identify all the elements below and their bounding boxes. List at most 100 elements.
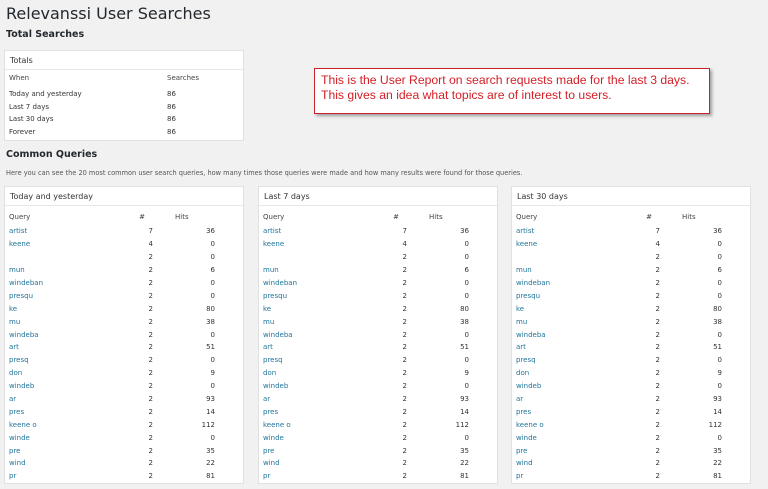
query-hits-cell: 0 <box>464 279 469 287</box>
table-row: pr 2 81 <box>512 470 750 483</box>
query-link[interactable]: wind <box>5 457 123 470</box>
query-link[interactable]: presq <box>512 354 630 367</box>
table-row: presqu 2 0 <box>259 289 497 302</box>
query-count-cell: 2 <box>148 279 153 287</box>
query-link[interactable]: keene o <box>5 418 123 431</box>
query-hits-cell: 0 <box>210 253 215 262</box>
query-link[interactable]: windeb <box>512 380 630 393</box>
query-link[interactable]: mu <box>259 315 377 328</box>
query-link[interactable]: mu <box>5 315 123 328</box>
query-link[interactable]: ar <box>5 393 123 406</box>
query-column-header: Query <box>516 213 538 221</box>
query-link[interactable]: pr <box>512 470 630 483</box>
table-row: winde 2 0 <box>512 431 750 444</box>
totals-searches-cell: 86 <box>167 128 176 137</box>
query-link[interactable]: windeb <box>259 380 377 393</box>
query-link[interactable]: winde <box>5 431 123 444</box>
query-link[interactable]: art <box>259 341 377 354</box>
query-link[interactable]: keene <box>5 238 123 251</box>
query-link[interactable]: windeba <box>5 328 123 341</box>
query-panel-title: Today and yesterday <box>5 187 243 206</box>
query-link[interactable]: windeban <box>259 277 377 290</box>
query-link[interactable]: don <box>5 367 123 380</box>
query-link[interactable]: windeba <box>512 328 630 341</box>
query-hits-cell: 38 <box>460 317 469 326</box>
query-link[interactable]: keene <box>259 238 377 251</box>
query-link[interactable]: mun <box>5 264 123 277</box>
query-link[interactable] <box>512 251 630 264</box>
query-link[interactable]: winde <box>512 431 630 444</box>
query-link[interactable]: artist <box>259 225 377 238</box>
query-link[interactable]: ke <box>259 302 377 315</box>
query-link[interactable]: pres <box>5 405 123 418</box>
query-link[interactable]: presqu <box>259 289 377 302</box>
query-hits-cell: 9 <box>210 369 215 378</box>
query-link[interactable]: windeb <box>5 380 123 393</box>
query-link[interactable]: mun <box>512 264 630 277</box>
query-link[interactable]: presqu <box>512 289 630 302</box>
query-link[interactable]: pre <box>512 444 630 457</box>
query-link[interactable]: don <box>512 367 630 380</box>
query-link[interactable]: don <box>259 367 377 380</box>
totals-when-cell: Forever <box>9 128 36 137</box>
query-link[interactable]: wind <box>259 457 377 470</box>
query-link[interactable]: presq <box>5 354 123 367</box>
query-count-cell: 7 <box>148 227 153 236</box>
query-count-cell: 2 <box>402 343 407 352</box>
query-link[interactable]: pre <box>5 444 123 457</box>
query-link[interactable]: keene o <box>259 418 377 431</box>
query-hits-cell: 112 <box>708 420 722 429</box>
table-row: 20 <box>5 251 243 264</box>
query-link[interactable]: art <box>512 341 630 354</box>
query-column-header: Query <box>263 213 285 221</box>
query-link[interactable]: mun <box>259 264 377 277</box>
query-link[interactable]: pr <box>5 470 123 483</box>
query-link[interactable]: presqu <box>5 289 123 302</box>
query-link[interactable]: keene o <box>512 418 630 431</box>
query-count-cell: 4 <box>148 240 153 249</box>
query-count-cell: 2 <box>148 433 153 442</box>
table-row: windeb 2 0 <box>512 380 750 393</box>
query-link[interactable]: pres <box>259 405 377 418</box>
query-hits-cell: 0 <box>210 330 215 339</box>
query-link[interactable]: art <box>5 341 123 354</box>
table-row: 20 <box>259 251 497 264</box>
query-link[interactable]: presq <box>259 354 377 367</box>
query-link[interactable]: pres <box>512 405 630 418</box>
table-row: wind 2 22 <box>5 457 243 470</box>
query-hits-cell: 35 <box>713 446 722 455</box>
query-hits-cell: 36 <box>460 227 469 236</box>
query-hits-cell: 0 <box>464 330 469 339</box>
query-link[interactable]: ke <box>5 302 123 315</box>
query-link[interactable] <box>259 251 377 264</box>
query-link[interactable]: windeban <box>5 277 123 290</box>
table-row: windeban 2 0 <box>512 277 750 290</box>
query-count-cell: 2 <box>402 291 407 300</box>
table-row: presq 2 0 <box>5 354 243 367</box>
query-hits-cell: 51 <box>206 343 215 352</box>
query-link[interactable]: windeba <box>259 328 377 341</box>
query-link[interactable]: ke <box>512 302 630 315</box>
query-panel-title: Last 7 days <box>259 187 497 206</box>
query-link[interactable]: artist <box>5 225 123 238</box>
query-hits-cell: 81 <box>460 472 469 481</box>
query-link[interactable]: wind <box>512 457 630 470</box>
query-link[interactable]: mu <box>512 315 630 328</box>
query-link[interactable]: ar <box>259 393 377 406</box>
query-count-cell: 2 <box>402 382 407 391</box>
query-count-cell: 2 <box>148 369 153 378</box>
query-link[interactable]: ar <box>512 393 630 406</box>
query-link[interactable]: artist <box>512 225 630 238</box>
query-hits-cell: 80 <box>206 304 215 313</box>
query-link[interactable]: pr <box>259 470 377 483</box>
query-link[interactable] <box>5 251 123 264</box>
query-count-cell: 2 <box>148 407 153 416</box>
query-count-cell: 2 <box>655 266 660 275</box>
query-link[interactable]: pre <box>259 444 377 457</box>
table-row: windeba 2 0 <box>512 328 750 341</box>
query-link[interactable]: winde <box>259 431 377 444</box>
table-row: windeb 2 0 <box>5 380 243 393</box>
query-count-cell: 2 <box>655 317 660 326</box>
query-link[interactable]: keene <box>512 238 630 251</box>
query-link[interactable]: windeban <box>512 277 630 290</box>
